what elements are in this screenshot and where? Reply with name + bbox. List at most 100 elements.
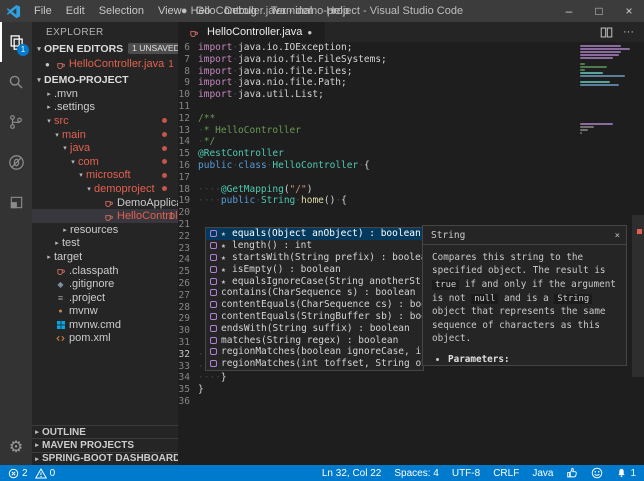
tree-item--project[interactable]: ≡.project — [32, 291, 178, 305]
more-actions-button[interactable]: ··· — [623, 26, 634, 38]
code-line-10[interactable]: 10import·java.util.List; — [178, 89, 644, 101]
code-line-36[interactable]: 36 — [178, 396, 644, 408]
menu-edit[interactable]: Edit — [59, 5, 92, 17]
line-number: 15 — [178, 148, 198, 160]
minimap[interactable] — [580, 45, 636, 138]
activity-source-control-icon[interactable] — [0, 102, 32, 142]
dirty-indicator: ● — [45, 60, 50, 69]
tree-item-hellocontroller-[interactable]: HelloController...1 — [32, 209, 178, 223]
close-icon[interactable]: × — [615, 231, 620, 241]
problems-status[interactable]: 2 0 — [8, 468, 55, 479]
tab-hellocontroller[interactable]: HelloController.java ● — [178, 22, 325, 42]
tree-item-java[interactable]: ▾java — [32, 141, 178, 155]
editor-scrollbar[interactable] — [632, 215, 644, 377]
code-line-20[interactable]: 20 — [178, 207, 644, 219]
tab-bar: HelloController.java ● ··· — [178, 22, 644, 42]
status-crlf[interactable]: CRLF — [493, 468, 519, 479]
code-line-6[interactable]: 6import·java.io.IOException; — [178, 42, 644, 54]
tree-item--mvn[interactable]: ▸.mvn — [32, 87, 178, 101]
menu-terminal[interactable]: Terminal — [264, 5, 320, 17]
menu-view[interactable]: View — [151, 5, 189, 17]
panel-spring-boot-dashboard[interactable]: ▸SPRING-BOOT DASHBOARD — [32, 452, 178, 465]
method-icon — [210, 348, 217, 355]
tree-item-resources[interactable]: ▸resources — [32, 223, 178, 237]
tree-item-test[interactable]: ▸test — [32, 237, 178, 251]
panel-maven-projects[interactable]: ▸MAVEN PROJECTS — [32, 438, 178, 451]
code-line-15[interactable]: 15@RestController — [178, 148, 644, 160]
notifications-bell[interactable]: 1 — [616, 467, 636, 479]
title-bar: FileEditSelectionViewGoDebugTerminalHelp… — [0, 0, 644, 22]
code-line-13[interactable]: 13·* HelloController — [178, 125, 644, 137]
status-spaces[interactable]: Spaces: 4 — [394, 468, 438, 479]
code-line-18[interactable]: 18····@GetMapping("/") — [178, 184, 644, 196]
split-editor-icon[interactable] — [600, 26, 613, 39]
suggest-item-matches[interactable]: matches(String regex) : boolean — [206, 334, 423, 346]
activity-explorer-icon[interactable]: 1 — [0, 22, 32, 62]
suggest-item-regionMatches[interactable]: regionMatches(boolean ignoreCase, int t — [206, 346, 423, 358]
code-line-9[interactable]: 9import·java.nio.file.Path; — [178, 77, 644, 89]
maximize-button[interactable]: □ — [584, 0, 614, 22]
suggest-item-isEmpty[interactable]: ★isEmpty() : boolean — [206, 263, 423, 275]
code-line-8[interactable]: 8import·java.nio.file.Files; — [178, 66, 644, 78]
tree-item-pom-xml[interactable]: pom.xml — [32, 332, 178, 346]
modified-dot-indicator — [162, 159, 167, 164]
panel-outline[interactable]: ▸OUTLINE — [32, 425, 178, 438]
code-line-19[interactable]: 19····public·String·home()·{ — [178, 195, 644, 207]
status-java[interactable]: Java — [532, 468, 553, 479]
code-line-35[interactable]: 35} — [178, 384, 644, 396]
tree-item-demoapplication-j-[interactable]: DemoApplication.j... — [32, 196, 178, 210]
suggest-item-contentEquals[interactable]: contentEquals(CharSequence cs) : boolea — [206, 299, 423, 311]
tree-item-microsoft[interactable]: ▾microsoft — [32, 169, 178, 183]
suggest-item-endsWith[interactable]: endsWith(String suffix) : boolean — [206, 322, 423, 334]
status-utf-8[interactable]: UTF-8 — [452, 468, 480, 479]
tree-item-target[interactable]: ▸target — [32, 250, 178, 264]
activity-bar: 1 ⚙ — [0, 22, 32, 465]
code-line-16[interactable]: 16public·class·HelloController·{ — [178, 160, 644, 172]
tree-item--classpath[interactable]: .classpath — [32, 264, 178, 278]
suggest-item-regionMatches[interactable]: regionMatches(int toffset, String other — [206, 358, 423, 370]
menu-debug[interactable]: Debug — [217, 5, 263, 17]
code-line-17[interactable]: 17 — [178, 172, 644, 184]
settings-gear-icon[interactable]: ⚙ — [9, 437, 23, 457]
feedback-smiley-icon[interactable] — [591, 467, 603, 479]
tree-item--gitignore[interactable]: ◆.gitignore — [32, 277, 178, 291]
code-line-12[interactable]: 12/** — [178, 113, 644, 125]
menu-file[interactable]: File — [27, 5, 59, 17]
open-editor-item[interactable]: ●HelloController.javasrc\...1 — [32, 56, 178, 72]
suggest-item-length[interactable]: ★length() : int — [206, 240, 423, 252]
suggest-item-equals[interactable]: ★equals(Object anObject) : boolean — [206, 228, 423, 240]
line-number: 18 — [178, 184, 198, 196]
activity-extensions-icon[interactable] — [0, 182, 32, 222]
tree-item-demoproject[interactable]: ▾demoproject — [32, 182, 178, 196]
project-header[interactable]: ▾ DEMO-PROJECT — [32, 72, 178, 87]
tree-item-mvnw[interactable]: ●mvnw — [32, 305, 178, 319]
method-icon — [210, 301, 217, 308]
suggest-item-contains[interactable]: contains(CharSequence s) : boolean — [206, 287, 423, 299]
activity-debug-icon[interactable] — [0, 142, 32, 182]
code-line-11[interactable]: 11 — [178, 101, 644, 113]
code-line-7[interactable]: 7import·java.nio.file.FileSystems; — [178, 54, 644, 66]
suggest-item-contentEquals[interactable]: contentEquals(StringBuffer sb) : boolea — [206, 311, 423, 323]
java-ready-thumbsup-icon[interactable] — [566, 467, 578, 479]
close-button[interactable]: × — [614, 0, 644, 22]
suggest-item-equalsIgnoreCase[interactable]: ★equalsIgnoreCase(String anotherStrin — [206, 275, 423, 287]
tree-item-com[interactable]: ▾com — [32, 155, 178, 169]
menu-selection[interactable]: Selection — [92, 5, 151, 17]
code-editor[interactable]: 6import·java.io.IOException;7import·java… — [178, 42, 644, 465]
tree-item-main[interactable]: ▾main — [32, 128, 178, 142]
menu-help[interactable]: Help — [319, 5, 356, 17]
code-line-34[interactable]: 34····} — [178, 372, 644, 384]
tree-item-src[interactable]: ▾src — [32, 114, 178, 128]
tree-item-mvnw-cmd[interactable]: mvnw.cmd — [32, 318, 178, 332]
minimize-button[interactable]: – — [554, 0, 584, 22]
status-ln-32-col-22[interactable]: Ln 32, Col 22 — [322, 468, 382, 479]
line-content: import·java.io.IOException; — [198, 42, 352, 54]
tree-item-label: microsoft — [86, 169, 131, 181]
activity-search-icon[interactable] — [0, 62, 32, 102]
suggest-item-startsWith[interactable]: ★startsWith(String prefix) : boolean — [206, 252, 423, 264]
menu-go[interactable]: Go — [189, 5, 218, 17]
open-editors-header[interactable]: ▾ OPEN EDITORS 1 UNSAVED — [32, 41, 178, 56]
code-line-14[interactable]: 14·*/ — [178, 136, 644, 148]
tree-item--settings[interactable]: ▸.settings — [32, 101, 178, 115]
modified-dot-indicator — [162, 118, 167, 123]
